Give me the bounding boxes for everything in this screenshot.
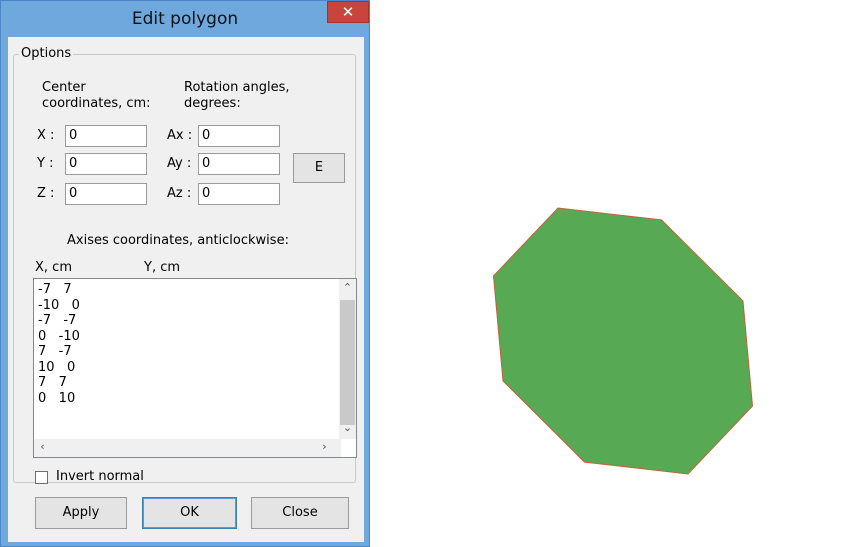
polygon-preview: [492, 207, 754, 475]
polygon-shape: [492, 207, 754, 475]
